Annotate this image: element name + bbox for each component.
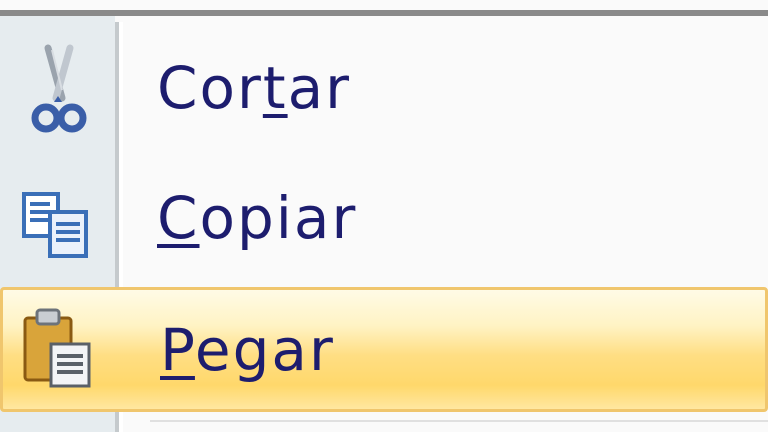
- menu-item-label: Copiar: [157, 182, 357, 254]
- label-suffix: opiar: [199, 184, 358, 252]
- menu-item-cut[interactable]: Cortar: [0, 24, 768, 152]
- copy-icon: [22, 192, 88, 258]
- label-prefix: Cor: [157, 54, 263, 122]
- mnemonic-letter: P: [160, 316, 195, 384]
- mnemonic-letter: t: [262, 54, 288, 122]
- label-suffix: egar: [194, 316, 335, 384]
- menu-item-copy[interactable]: Copiar: [0, 154, 768, 282]
- scissors-icon: [31, 44, 87, 133]
- menu-item-paste[interactable]: Pegar: [0, 287, 768, 412]
- menu-top-border: [0, 10, 768, 16]
- label-suffix: ar: [287, 54, 351, 122]
- context-menu: Cortar Copiar Pegar: [0, 0, 768, 432]
- menu-bottom-line: [150, 420, 768, 422]
- menu-item-label: Pegar: [160, 314, 335, 386]
- paste-icon: [23, 308, 91, 388]
- menu-item-label: Cortar: [157, 52, 351, 124]
- mnemonic-letter: C: [157, 184, 200, 252]
